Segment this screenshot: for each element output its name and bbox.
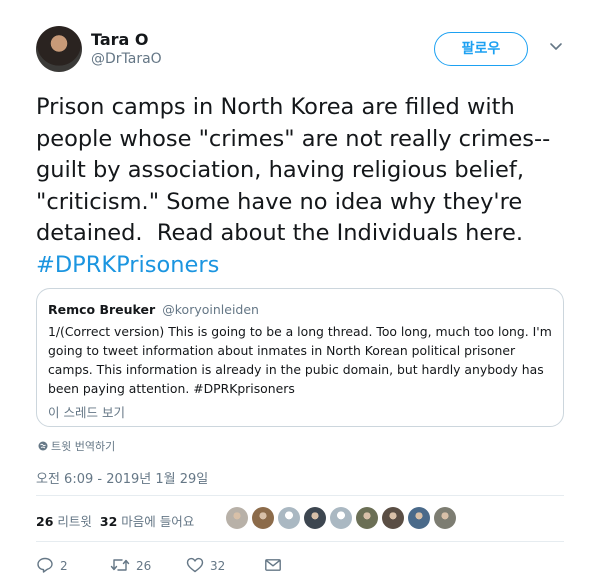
direct-message-action[interactable] <box>264 556 288 574</box>
retweets-count: 26 <box>36 514 54 529</box>
divider <box>36 541 564 542</box>
like-count: 32 <box>210 559 226 573</box>
retweet-stat[interactable]: 26 리트윗 <box>36 514 92 529</box>
tweet-body: Prison camps in North Korea are filled w… <box>36 94 551 246</box>
reply-action[interactable]: 2 <box>36 556 68 574</box>
reply-icon <box>37 557 53 573</box>
translate-label: 트윗 번역하기 <box>51 440 116 453</box>
quote-user-handle: @koryoinleiden <box>162 302 259 317</box>
tweet-stats: 26 리트윗 32 마음에 들어요 <box>36 511 194 530</box>
liker-avatar-6[interactable] <box>356 507 378 529</box>
tweet-header: Tara O @DrTaraO 팔로우 <box>36 26 566 76</box>
globe-icon <box>38 441 48 451</box>
quote-header: Remco Breuker @koryoinleiden <box>48 299 552 318</box>
follow-button[interactable]: 팔로우 <box>434 32 528 66</box>
retweet-icon <box>110 559 130 571</box>
quoted-tweet[interactable]: Remco Breuker @koryoinleiden 1/(Correct … <box>36 288 564 427</box>
tweet-text: Prison camps in North Korea are filled w… <box>36 92 576 281</box>
liker-avatar-5[interactable] <box>330 507 352 529</box>
retweet-count: 26 <box>136 559 152 573</box>
liker-avatar-2[interactable] <box>252 507 274 529</box>
likes-stat[interactable]: 32 마음에 들어요 <box>100 514 194 529</box>
likes-count: 32 <box>99 514 118 529</box>
reply-count: 2 <box>60 559 68 573</box>
retweet-action[interactable]: 26 <box>110 556 151 574</box>
avatar[interactable] <box>36 26 82 72</box>
like-action[interactable]: 32 <box>186 556 225 574</box>
user-handle[interactable]: @DrTaraO <box>91 51 162 67</box>
envelope-icon <box>265 559 281 571</box>
liker-avatar-9[interactable] <box>434 507 456 529</box>
quote-text: 1/(Correct version) This is going to be … <box>48 324 552 396</box>
liker-avatars <box>226 507 460 531</box>
hashtag-link[interactable]: #DPRKPrisoners <box>36 252 219 278</box>
liker-avatar-3[interactable] <box>278 507 300 529</box>
liker-avatar-7[interactable] <box>382 507 404 529</box>
liker-avatar-4[interactable] <box>304 507 326 529</box>
quote-user-name: Remco Breuker <box>48 302 156 317</box>
divider <box>36 495 564 496</box>
user-name[interactable]: Tara O <box>91 30 149 49</box>
liker-avatar-8[interactable] <box>408 507 430 529</box>
likes-label: 마음에 들어요 <box>121 514 195 529</box>
tweet-timestamp[interactable]: 오전 6:09 - 2019년 1월 29일 <box>36 468 208 487</box>
chevron-down-icon[interactable] <box>548 38 564 54</box>
show-thread-link[interactable]: 이 스레드 보기 <box>48 402 552 421</box>
translate-tweet[interactable]: 트윗 번역하기 <box>38 438 115 454</box>
retweets-label: 리트윗 <box>57 514 92 529</box>
liker-avatar-1[interactable] <box>226 507 248 529</box>
heart-icon <box>186 557 204 573</box>
